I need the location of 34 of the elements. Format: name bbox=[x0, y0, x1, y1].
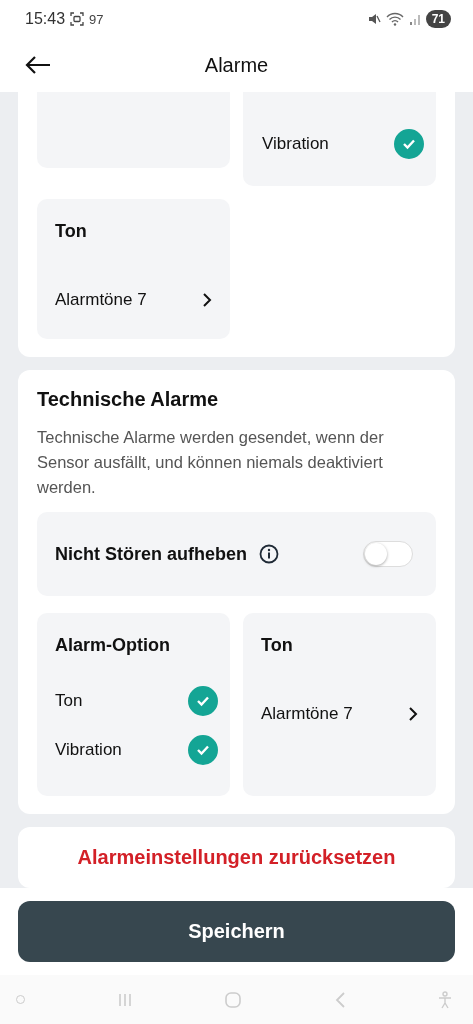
section-title: Technische Alarme bbox=[37, 388, 220, 411]
signal-icon bbox=[408, 12, 421, 26]
check-icon[interactable] bbox=[394, 128, 424, 159]
option-label: Vibration bbox=[55, 739, 122, 760]
battery-level: 71 bbox=[425, 10, 451, 28]
reset-button[interactable]: Alarmeinstellungen zurücksetzen bbox=[18, 827, 455, 888]
section-description: Technische Alarme werden gesendet, wenn der Sensor ausfällt, und können niemals deaktiviert werden. bbox=[37, 427, 385, 498]
check-icon[interactable] bbox=[188, 734, 218, 765]
wifi-icon bbox=[385, 12, 404, 26]
sound-value: Alarmtöne 7 bbox=[55, 290, 147, 310]
page-title: Alarme bbox=[204, 53, 269, 77]
option-label: Ton bbox=[55, 690, 83, 711]
dnd-label: Nicht Stören aufheben bbox=[55, 543, 247, 565]
chevron-icon bbox=[202, 293, 212, 307]
tile-title: Alarm-Option bbox=[55, 635, 171, 656]
status-time: 15:43 bbox=[25, 10, 66, 28]
tile-title: Ton bbox=[55, 221, 88, 242]
option-label: Vibration bbox=[262, 133, 329, 154]
back-icon[interactable] bbox=[333, 990, 346, 1009]
check-icon[interactable] bbox=[188, 685, 218, 716]
toggle-switch[interactable] bbox=[363, 541, 413, 567]
home-icon[interactable] bbox=[224, 990, 242, 1009]
sound-tile[interactable]: Ton Alarmtöne 7 bbox=[243, 613, 436, 796]
chevron-icon bbox=[408, 707, 418, 721]
screenshot-icon bbox=[70, 12, 85, 26]
notification-count: 97 bbox=[89, 11, 104, 27]
back-arrow-icon bbox=[24, 55, 52, 75]
sound-value: Alarmtöne 7 bbox=[261, 704, 353, 724]
tile-title: Ton bbox=[261, 635, 294, 656]
accessibility-icon[interactable] bbox=[437, 990, 453, 1009]
info-icon[interactable] bbox=[259, 544, 279, 564]
save-button[interactable]: Speichern bbox=[18, 901, 455, 962]
sound-tile[interactable]: Ton Alarmtöne 7 bbox=[37, 199, 230, 339]
mute-icon bbox=[366, 12, 381, 26]
